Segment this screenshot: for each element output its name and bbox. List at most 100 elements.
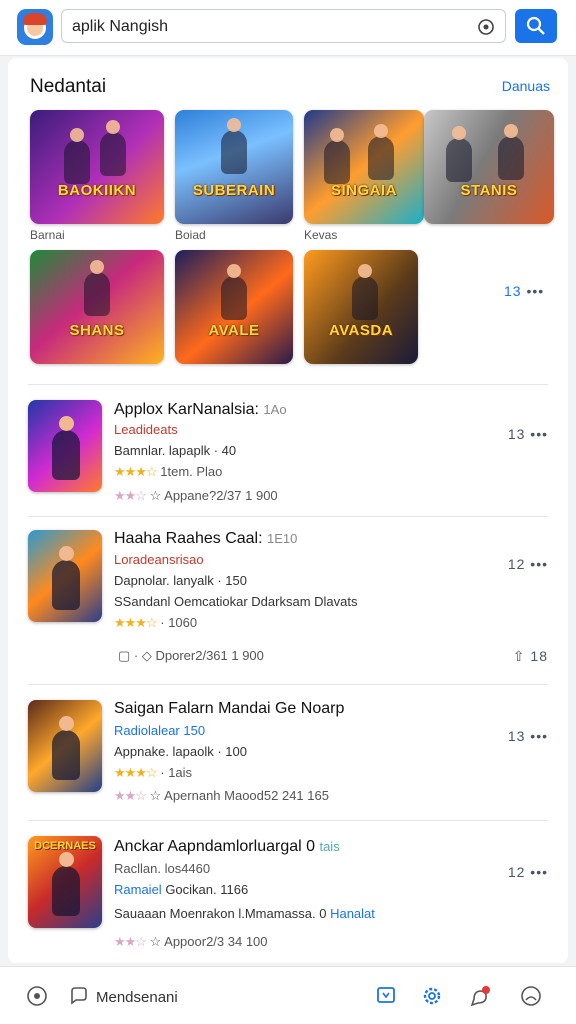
star-rating-icon: ★★★☆ (114, 464, 158, 479)
app-icon[interactable] (28, 700, 102, 792)
notifications-icon[interactable] (468, 985, 492, 1009)
app-description-link[interactable]: Hanalat (330, 906, 375, 921)
tile-label: SHANS (69, 321, 125, 339)
item-count: 13 (507, 426, 526, 442)
star-rating-icon: ★★★☆ (114, 765, 158, 780)
bottom-nav-label[interactable]: Mendsenani (96, 989, 178, 1006)
app-developer: Racllan. los4460 (114, 861, 211, 876)
lens-icon[interactable] (477, 18, 495, 36)
icon-tag: DCERNAES (34, 840, 96, 852)
star-rating-icon: ★★☆ (114, 788, 147, 803)
rating-count: · 1ais (160, 765, 193, 780)
item-count: 13 (507, 728, 526, 744)
app-meta-text: Gocikan. 1166 (165, 882, 249, 897)
chat-icon[interactable] (68, 985, 90, 1007)
list-item[interactable]: Haaha Raahes Caal: 1E10 Loradeansrisao D… (8, 520, 568, 684)
app-title-text: Applox KarNanalsia: (114, 401, 259, 418)
more-button[interactable]: 12 ••• (508, 864, 548, 880)
share-button[interactable]: ⇧ 18 (513, 648, 548, 665)
search-button[interactable] (515, 9, 557, 43)
section-title: Nedantai (30, 76, 107, 97)
section-more-link[interactable]: Danuas (502, 78, 550, 94)
star-rating-icon: ★★☆ (114, 934, 147, 949)
app-footer-text: Appoor2/3 34 100 (164, 934, 268, 949)
search-icon (526, 16, 545, 35)
game-tile[interactable]: AVASDA (304, 250, 418, 364)
app-rating: ★★★☆ · 1ais (114, 765, 192, 781)
bookmark-icon[interactable]: ☆ (150, 488, 162, 503)
app-title-num: tais (319, 839, 340, 854)
divider (28, 684, 548, 685)
top-bar: aplik Nangish (0, 0, 576, 56)
results-panel: Nedantai Danuas BAOKIIKN SUBERAIN SINGAI… (8, 58, 568, 963)
app-title: Applox KarNanalsia: 1Ao (114, 401, 287, 419)
compass-icon[interactable] (26, 985, 48, 1007)
share-icon: ⇧ (512, 648, 526, 664)
app-title-num: 1E10 (267, 531, 298, 546)
app-icon[interactable] (28, 400, 102, 492)
app-title-text: Anckar Aapndamlorluargal 0 (114, 838, 316, 855)
game-tile[interactable]: STANIS (424, 110, 554, 224)
app-title-num: 1Ao (263, 402, 287, 417)
rating-count: 1tem. Plao (160, 464, 223, 479)
game-tile[interactable]: AVALE (175, 250, 293, 364)
app-title: Anckar Aapndamlorluargal 0 tais (114, 838, 340, 856)
tile-label: AVASDA (328, 321, 394, 339)
bottom-nav: Mendsenani (0, 966, 576, 1024)
tile-label: AVALE (208, 321, 260, 339)
more-button[interactable]: 13 ••• (504, 283, 544, 299)
search-field[interactable]: aplik Nangish (61, 9, 506, 43)
more-count: 13 (504, 283, 522, 299)
app-developer: Leadideats (114, 422, 178, 437)
profile-icon[interactable] (520, 985, 542, 1007)
app-developer: Loradeansrisao (114, 552, 204, 567)
app-meta: Ramaiel Gocikan. 1166 (114, 882, 248, 897)
tile-label: BAOKIIKN (57, 181, 137, 199)
app-footer-text: Appane?2/37 1 900 (164, 488, 278, 503)
app-rating: ★★★☆ · 1060 (114, 615, 197, 631)
app-logo[interactable] (17, 9, 53, 45)
app-icon[interactable]: DCERNAES (28, 836, 102, 928)
bookmark-icon[interactable]: ☆ (150, 788, 162, 803)
star-rating-icon: ★★☆ (114, 488, 147, 503)
divider (28, 516, 548, 517)
tile-caption: Kevas (304, 228, 338, 242)
tile-label: STANIS (460, 181, 518, 199)
app-meta: Dapnolar. lanyalk · 150 (114, 573, 247, 588)
tile-caption: Boiad (175, 228, 206, 242)
app-title-text: Haaha Raahes Caal: (114, 530, 263, 547)
app-icon[interactable] (28, 530, 102, 622)
app-title: Saigan Falarn Mandai Ge Noarp (114, 700, 344, 718)
app-description: SSandanl Oemcatiokar Ddarksam Dlavats (114, 594, 358, 609)
list-item[interactable]: Applox KarNanalsia: 1Ao Leadideats Bamnl… (8, 392, 568, 516)
app-footer-text: Apernanh Maood52 241 165 (164, 788, 329, 803)
search-query[interactable]: aplik Nangish (72, 18, 168, 36)
tag-icon[interactable]: ◇ (142, 648, 152, 663)
more-button[interactable]: 12 ••• (508, 556, 548, 572)
item-count: 12 (507, 556, 526, 572)
bookmark-icon[interactable]: ☆ (150, 934, 162, 949)
more-button[interactable]: 13 ••• (508, 426, 548, 442)
clipboard-icon[interactable]: ▢ (118, 648, 130, 663)
game-tile[interactable]: BAOKIIKN (30, 110, 164, 224)
more-button[interactable]: 13 ••• (508, 728, 548, 744)
app-description-text: Sauaaan Moenrakon l.Mmamassa. 0 (114, 906, 327, 921)
apps-icon[interactable] (376, 985, 396, 1005)
app-description: Sauaaan Moenrakon l.Mmamassa. 0 Hanalat (114, 906, 375, 921)
game-tile[interactable]: SHANS (30, 250, 164, 364)
share-count: 18 (530, 648, 548, 664)
list-item[interactable]: DCERNAES Anckar Aapndamlorluargal 0 tais… (8, 824, 568, 960)
divider (28, 820, 548, 821)
app-title-text: Saigan Falarn Mandai Ge Noarp (114, 700, 345, 717)
settings-icon[interactable] (421, 985, 443, 1007)
game-tile[interactable]: SUBERAIN (175, 110, 293, 224)
app-footer: ★★☆ ☆ Appane?2/37 1 900 (114, 488, 278, 504)
divider (28, 384, 548, 385)
app-footer: ★★☆ ☆ Apernanh Maood52 241 165 (114, 788, 329, 804)
game-tile[interactable]: SINGAIA (304, 110, 424, 224)
item-count: 12 (507, 864, 526, 880)
app-meta: Appnake. lapaolk · 100 (114, 744, 247, 759)
list-item[interactable]: Saigan Falarn Mandai Ge Noarp Radiolalea… (8, 688, 568, 818)
tile-label: SUBERAIN (192, 181, 276, 199)
app-category: Ramaiel (114, 882, 162, 897)
